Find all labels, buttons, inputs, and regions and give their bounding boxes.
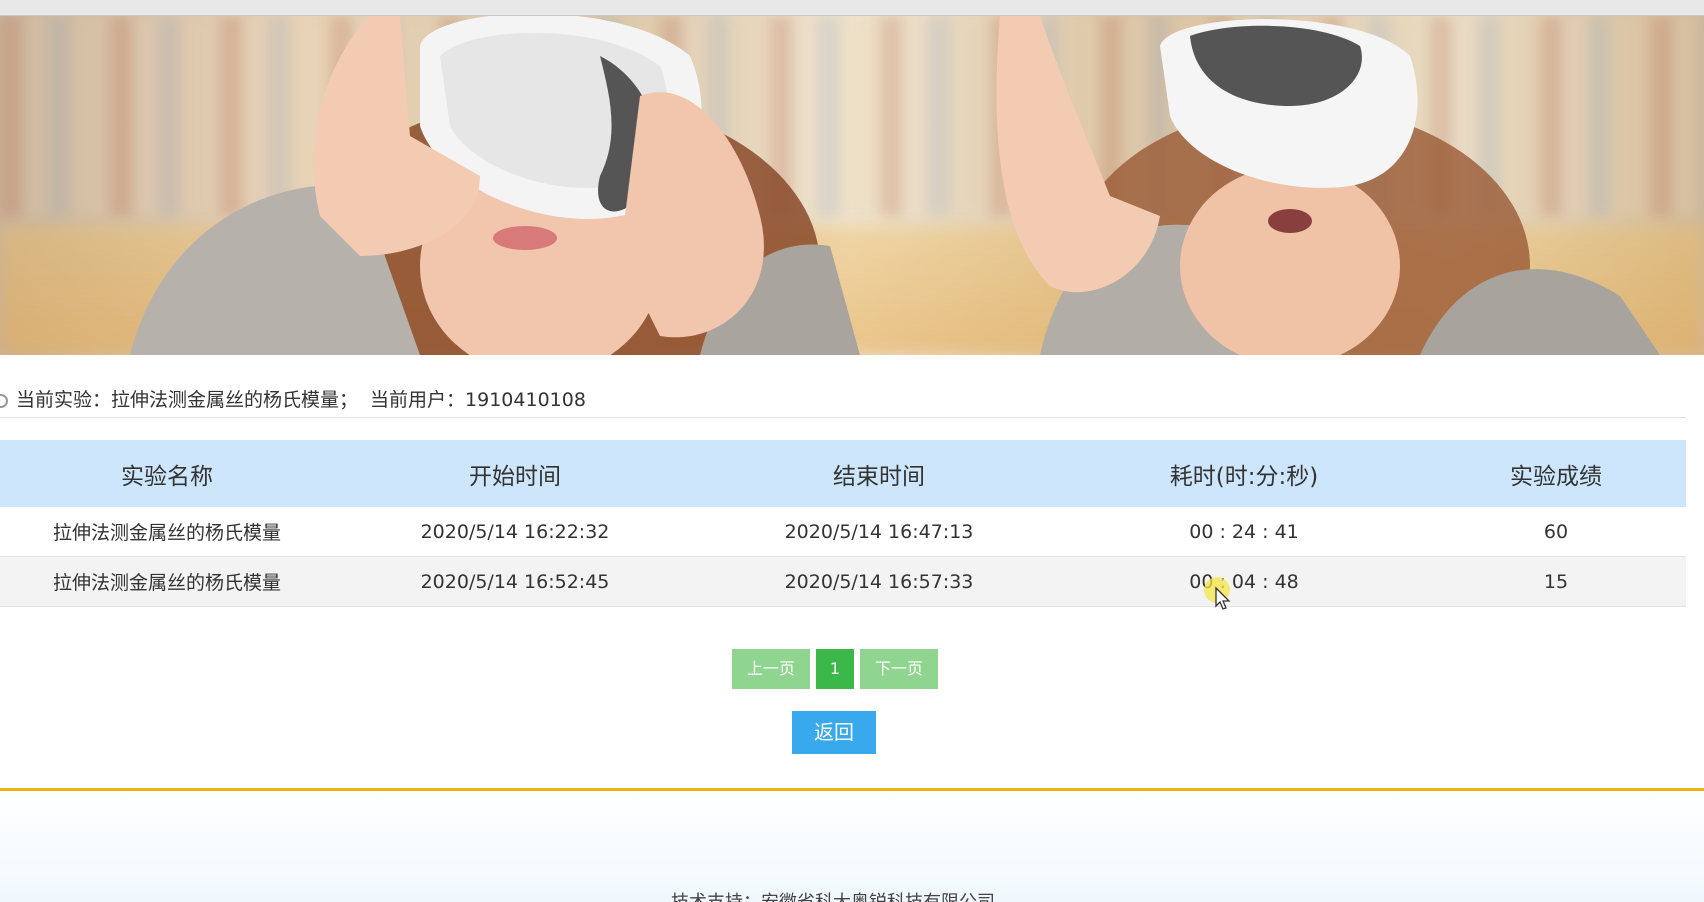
cell-end-time: 2020/5/14 16:47:13: [696, 507, 1062, 557]
cell-score: 60: [1426, 507, 1686, 557]
cell-end-time: 2020/5/14 16:57:33: [696, 556, 1062, 607]
prev-page-button[interactable]: 上一页: [732, 649, 810, 689]
cell-score: 15: [1426, 556, 1686, 607]
page: 当前实验：拉伸法测金属丝的杨氏模量； 当前用户：1910410108 实验名称 开…: [0, 0, 1704, 902]
browser-top-strip: [0, 0, 1704, 16]
experiment-records-table: 实验名称 开始时间 结束时间 耗时(时:分:秒) 实验成绩 拉伸法测金属丝的杨氏…: [0, 440, 1686, 607]
column-header-duration: 耗时(时:分:秒): [1062, 440, 1426, 507]
info-bullet-icon: [0, 393, 8, 408]
experiment-label: 当前实验：: [16, 389, 112, 411]
current-info-bar: 当前实验：拉伸法测金属丝的杨氏模量； 当前用户：1910410108: [0, 383, 1686, 418]
table-row: 拉伸法测金属丝的杨氏模量 2020/5/14 16:22:32 2020/5/1…: [0, 507, 1686, 557]
user-label: 当前用户：: [370, 389, 466, 411]
column-header-start-time: 开始时间: [334, 440, 696, 507]
user-id: 1910410108: [465, 389, 586, 411]
table-header-row: 实验名称 开始时间 结束时间 耗时(时:分:秒) 实验成绩: [0, 440, 1686, 507]
footer-support-text: 技术支持：安徽省科大奥锐科技有限公司: [0, 888, 1666, 902]
cell-duration: 00 : 04 : 48: [1062, 556, 1426, 607]
banner-image: [0, 16, 1704, 355]
mouse-cursor-icon: [1204, 577, 1231, 610]
page-number-button[interactable]: 1: [816, 649, 854, 689]
column-header-score: 实验成绩: [1426, 440, 1686, 507]
next-page-button[interactable]: 下一页: [860, 649, 938, 689]
cell-experiment-name: 拉伸法测金属丝的杨氏模量: [0, 507, 334, 557]
cell-start-time: 2020/5/14 16:52:45: [334, 556, 696, 607]
vr-photo-illustration: [130, 16, 1660, 355]
back-button[interactable]: 返回: [792, 711, 876, 754]
footer: [0, 791, 1704, 902]
cell-start-time: 2020/5/14 16:22:32: [334, 507, 696, 557]
table-row: 拉伸法测金属丝的杨氏模量 2020/5/14 16:52:45 2020/5/1…: [0, 556, 1686, 607]
experiment-name: 拉伸法测金属丝的杨氏模量；: [111, 389, 359, 411]
cell-duration: 00 : 24 : 41: [1062, 507, 1426, 557]
cell-experiment-name: 拉伸法测金属丝的杨氏模量: [0, 556, 334, 607]
column-header-experiment-name: 实验名称: [0, 440, 334, 507]
column-header-end-time: 结束时间: [696, 440, 1062, 507]
pagination: 上一页 1 下一页: [732, 649, 938, 689]
